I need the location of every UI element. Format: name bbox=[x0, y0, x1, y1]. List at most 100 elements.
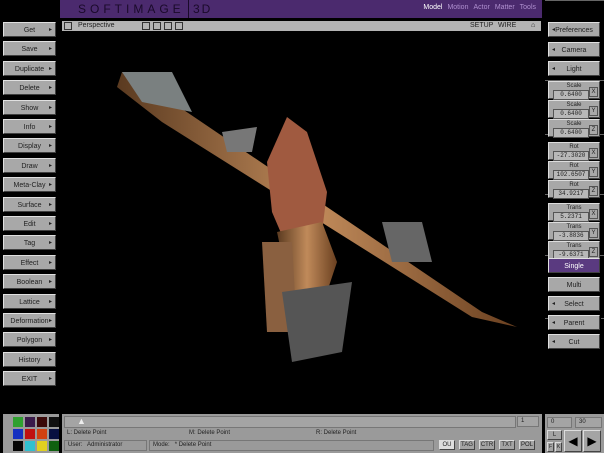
select-button[interactable]: ◂ Select bbox=[548, 296, 600, 311]
module-actor[interactable]: Actor bbox=[473, 4, 489, 11]
menu-lattice[interactable]: Lattice ▸ bbox=[3, 293, 56, 309]
toggle-ctr[interactable]: CTR bbox=[479, 440, 495, 450]
menu-meta-clay[interactable]: Meta-Clay ▸ bbox=[3, 177, 56, 193]
toggle-txt[interactable]: TXT bbox=[499, 440, 515, 450]
timeline-slider[interactable]: ▲ bbox=[64, 416, 516, 428]
setup-button[interactable]: SETUP bbox=[470, 21, 493, 31]
menu-effect[interactable]: Effect ▸ bbox=[3, 254, 56, 270]
viewport-menu-icon[interactable] bbox=[64, 22, 72, 30]
menu-label: Show bbox=[20, 104, 39, 112]
menu-show[interactable]: Show ▸ bbox=[3, 99, 56, 115]
current-frame[interactable]: 1 bbox=[517, 416, 539, 427]
menu-get[interactable]: Get ▸ bbox=[3, 22, 56, 37]
k-button[interactable]: K bbox=[555, 442, 562, 452]
arrow-right-icon: ▸ bbox=[48, 337, 52, 344]
menu-label: Duplicate bbox=[14, 65, 45, 73]
trans-x-field[interactable]: Trans 5.2371 X bbox=[548, 203, 600, 222]
field-value[interactable]: -3.8836 bbox=[553, 231, 589, 241]
menu-info[interactable]: Info ▸ bbox=[3, 119, 56, 134]
menu-exit[interactable]: EXIT ▸ bbox=[3, 371, 56, 387]
color-swatch[interactable] bbox=[37, 441, 47, 451]
color-swatch[interactable] bbox=[49, 429, 59, 439]
start-frame[interactable]: 0 bbox=[547, 417, 572, 428]
arrow-right-icon: ▸ bbox=[48, 104, 52, 111]
single-mode-button[interactable]: Single bbox=[548, 258, 600, 273]
module-model[interactable]: Model bbox=[423, 4, 442, 11]
scale-y-field[interactable]: Scale 0.6400 Y bbox=[548, 100, 600, 119]
rot-z-field[interactable]: Rot 34.9217 Z bbox=[548, 180, 600, 199]
axis-toggle[interactable]: Y bbox=[589, 106, 598, 116]
next-frame-icon[interactable]: ▶ bbox=[583, 430, 601, 452]
light-button[interactable]: ◂ Light bbox=[548, 61, 600, 76]
axis-toggle[interactable]: Y bbox=[589, 228, 598, 238]
scale-z-field[interactable]: Scale 0.6400 Z bbox=[548, 119, 600, 138]
toggle-tag[interactable]: TAG bbox=[459, 440, 475, 450]
menu-surface[interactable]: Surface ▸ bbox=[3, 196, 56, 212]
menu-delete[interactable]: Delete ▸ bbox=[3, 80, 56, 96]
color-palette[interactable] bbox=[3, 414, 59, 453]
color-swatch[interactable] bbox=[25, 441, 35, 451]
camera-button[interactable]: ◂ Camera bbox=[548, 41, 600, 57]
color-swatch[interactable] bbox=[25, 429, 35, 439]
timeline-handle[interactable]: ▲ bbox=[77, 416, 86, 426]
axis-toggle[interactable]: Y bbox=[589, 167, 598, 177]
field-value[interactable]: 0.6400 bbox=[553, 109, 589, 119]
field-value[interactable]: 102.6507 bbox=[553, 170, 589, 180]
view-type[interactable]: Perspective bbox=[78, 21, 115, 31]
color-swatch[interactable] bbox=[25, 417, 35, 427]
mode-field: Mode: * Delete Point bbox=[149, 440, 434, 451]
f-button[interactable]: F bbox=[547, 442, 554, 452]
menu-boolean[interactable]: Boolean ▸ bbox=[3, 274, 56, 290]
trans-z-field[interactable]: Trans -9.6371 Z bbox=[548, 241, 600, 260]
end-frame[interactable]: 30 bbox=[575, 417, 602, 428]
preferences-button[interactable]: ◂ Preferences bbox=[548, 22, 600, 37]
field-label: Rot bbox=[569, 163, 579, 169]
display-mode[interactable]: WIRE bbox=[498, 21, 516, 31]
color-swatch[interactable] bbox=[49, 441, 59, 451]
menu-history[interactable]: History ▸ bbox=[3, 351, 56, 367]
menu-tag[interactable]: Tag ▸ bbox=[3, 235, 56, 251]
field-value[interactable]: 0.6400 bbox=[553, 128, 589, 138]
axis-toggle[interactable]: Z bbox=[589, 247, 598, 257]
color-swatch[interactable] bbox=[13, 417, 23, 427]
module-tools[interactable]: Tools bbox=[520, 4, 536, 11]
menu-edit[interactable]: Edit ▸ bbox=[3, 216, 56, 231]
axis-toggle[interactable]: Z bbox=[589, 125, 598, 135]
color-swatch[interactable] bbox=[37, 417, 47, 427]
rot-y-field[interactable]: Rot 102.6507 Y bbox=[548, 161, 600, 180]
menu-polygon[interactable]: Polygon ▸ bbox=[3, 332, 56, 348]
toggle-pol[interactable]: POL bbox=[519, 440, 535, 450]
menu-duplicate[interactable]: Duplicate ▸ bbox=[3, 60, 56, 76]
arrow-right-icon: ▸ bbox=[48, 201, 52, 208]
axis-toggle[interactable]: X bbox=[589, 148, 598, 158]
l-button[interactable]: L bbox=[547, 430, 562, 440]
toggle-ou[interactable]: OU bbox=[439, 440, 455, 450]
menu-deformation[interactable]: Deformation ▸ bbox=[3, 313, 56, 328]
scale-x-field[interactable]: Scale 0.6400 X bbox=[548, 81, 600, 100]
menu-draw[interactable]: Draw ▸ bbox=[3, 157, 56, 173]
field-value[interactable]: 5.2371 bbox=[553, 212, 589, 222]
axis-toggle[interactable]: X bbox=[589, 209, 598, 219]
module-matter[interactable]: Matter bbox=[495, 4, 515, 11]
axis-toggle[interactable]: Z bbox=[589, 186, 598, 196]
view-options[interactable] bbox=[142, 22, 183, 30]
field-value[interactable]: 34.9217 bbox=[553, 189, 589, 199]
maximize-icon[interactable]: ⌂ bbox=[531, 21, 535, 31]
parent-button[interactable]: ◂ Parent bbox=[548, 315, 600, 330]
cut-button[interactable]: ◂ Cut bbox=[548, 334, 600, 349]
axis-toggle[interactable]: X bbox=[589, 87, 598, 97]
color-swatch[interactable] bbox=[13, 441, 23, 451]
menu-display[interactable]: Display ▸ bbox=[3, 138, 56, 154]
previous-frame-icon[interactable]: ◀ bbox=[564, 430, 582, 452]
rot-x-field[interactable]: Rot -27.3020 X bbox=[548, 142, 600, 161]
trans-y-field[interactable]: Trans -3.8836 Y bbox=[548, 222, 600, 241]
field-value[interactable]: 0.6400 bbox=[553, 90, 589, 100]
color-swatch[interactable] bbox=[49, 417, 59, 427]
field-value[interactable]: -27.3020 bbox=[553, 151, 589, 161]
menu-save[interactable]: Save ▸ bbox=[3, 41, 56, 57]
multi-mode-button[interactable]: Multi bbox=[548, 277, 600, 292]
color-swatch[interactable] bbox=[37, 429, 47, 439]
3d-viewport[interactable] bbox=[62, 32, 541, 410]
module-motion[interactable]: Motion bbox=[447, 4, 468, 11]
color-swatch[interactable] bbox=[13, 429, 23, 439]
